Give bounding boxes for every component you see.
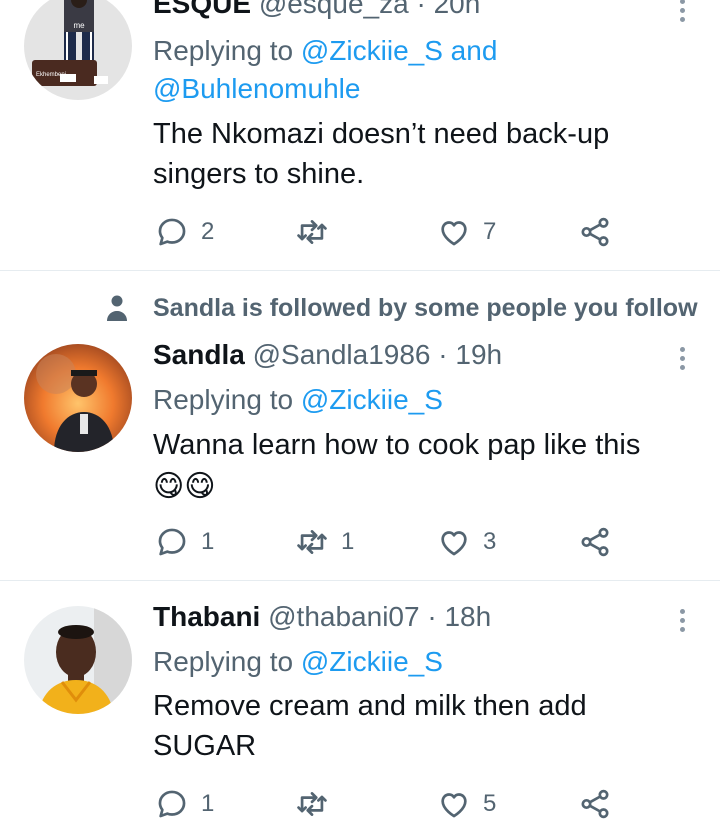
avatar-sandla[interactable] bbox=[24, 344, 132, 452]
like-button[interactable]: 7 bbox=[437, 212, 496, 252]
tweet-text: Wanna learn how to cook pap like this 😋😋 bbox=[153, 425, 690, 509]
tweet-text-line: The Nkomazi doesn’t need back-up bbox=[153, 118, 610, 150]
like-count: 3 bbox=[483, 528, 497, 555]
tweet-actions: 1 5 bbox=[153, 784, 623, 824]
tweet-content: Thabani @thabani07 · 18h Replying to @Zi… bbox=[153, 599, 690, 766]
reply-icon bbox=[158, 218, 186, 246]
replying-to-label: Replying to bbox=[153, 35, 294, 66]
timestamp[interactable]: 20h bbox=[434, 0, 481, 19]
handle[interactable]: @thabani07 bbox=[268, 601, 419, 632]
retweet-icon bbox=[297, 530, 327, 554]
share-button[interactable] bbox=[578, 212, 612, 252]
person-icon bbox=[105, 294, 129, 327]
reply-button[interactable]: 1 bbox=[155, 784, 214, 824]
share-icon bbox=[581, 217, 609, 247]
mention-and: and bbox=[450, 35, 498, 66]
tweet-header: ESQUE @esque_za · 20h bbox=[153, 0, 690, 22]
replying-to-label: Replying to bbox=[153, 646, 294, 677]
handle[interactable]: @Sandla1986 bbox=[253, 339, 431, 370]
more-icon[interactable] bbox=[674, 0, 690, 30]
mention-link[interactable]: @Zickiie_S bbox=[301, 35, 443, 66]
timestamp[interactable]: 18h bbox=[444, 601, 491, 632]
social-context-text: Sandla is followed by some people you fo… bbox=[153, 294, 698, 322]
share-button[interactable] bbox=[578, 784, 612, 824]
tweet-actions: 2 7 bbox=[153, 212, 623, 252]
tweet-actions: 1 1 3 bbox=[153, 522, 623, 562]
reply-button[interactable]: 1 bbox=[155, 522, 214, 562]
tweet-emoji: 😋😋 bbox=[153, 470, 216, 503]
separator: · bbox=[419, 601, 445, 632]
reply-icon bbox=[158, 528, 186, 556]
tweet-text-line: Remove cream and milk then add bbox=[153, 690, 587, 722]
tweet-text: Remove cream and milk then add SUGAR bbox=[153, 686, 690, 766]
retweet-icon bbox=[297, 220, 327, 244]
replying-to-label: Replying to bbox=[153, 384, 294, 415]
separator: · bbox=[430, 339, 456, 370]
more-icon[interactable] bbox=[674, 338, 690, 378]
tweet-thabani[interactable]: Thabani @thabani07 · 18h Replying to @Zi… bbox=[0, 592, 720, 837]
like-icon bbox=[441, 531, 467, 556]
like-icon bbox=[441, 793, 467, 818]
handle[interactable]: @esque_za bbox=[259, 0, 409, 19]
replying-to: Replying to @Zickiie_S bbox=[153, 643, 690, 681]
like-count: 5 bbox=[483, 790, 497, 817]
retweet-button[interactable]: 1 bbox=[295, 522, 354, 562]
display-name[interactable]: ESQUE bbox=[153, 0, 251, 19]
more-icon[interactable] bbox=[674, 600, 690, 640]
reply-count: 1 bbox=[201, 528, 215, 555]
avatar-thabani[interactable] bbox=[24, 606, 132, 714]
tweet-text-line: SUGAR bbox=[153, 730, 257, 762]
like-button[interactable]: 5 bbox=[437, 784, 496, 824]
retweet-button[interactable] bbox=[295, 784, 341, 824]
retweet-count: 1 bbox=[341, 528, 355, 555]
divider bbox=[0, 580, 720, 581]
tweet-content: Sandla @Sandla1986 · 19h Replying to @Zi… bbox=[153, 337, 690, 509]
replying-to: Replying to @Zickiie_S and @Buhlenomuhle bbox=[153, 32, 690, 108]
mention-link[interactable]: @Zickiie_S bbox=[301, 646, 443, 677]
share-button[interactable] bbox=[578, 522, 612, 562]
tweet-content: ESQUE @esque_za · 20h Replying to @Zicki… bbox=[153, 0, 690, 194]
reply-count: 1 bbox=[201, 790, 215, 817]
like-button[interactable]: 3 bbox=[437, 522, 496, 562]
reply-count: 2 bbox=[201, 218, 215, 245]
separator: · bbox=[408, 0, 434, 19]
avatar-esque[interactable]: me Ekhembeni bbox=[24, 0, 132, 100]
mention-link[interactable]: @Buhlenomuhle bbox=[153, 73, 360, 104]
share-icon bbox=[581, 527, 609, 557]
share-icon bbox=[581, 789, 609, 819]
tweet-sandla[interactable]: Sandla @Sandla1986 · 19h Replying to @Zi… bbox=[0, 330, 720, 580]
tweet-header: Sandla @Sandla1986 · 19h bbox=[153, 337, 690, 373]
avatar-label-ekhembeni: Ekhembeni bbox=[36, 72, 66, 78]
reply-button[interactable]: 2 bbox=[155, 212, 214, 252]
tweet-text: The Nkomazi doesn’t need back-up singers… bbox=[153, 114, 690, 194]
mention-link[interactable]: @Zickiie_S bbox=[301, 384, 443, 415]
retweet-button[interactable] bbox=[295, 212, 341, 252]
divider bbox=[0, 270, 720, 271]
tweet-text-line: Wanna learn how to cook pap like this bbox=[153, 429, 641, 461]
tweet-header: Thabani @thabani07 · 18h bbox=[153, 599, 690, 635]
retweet-icon bbox=[297, 792, 327, 816]
like-icon bbox=[441, 221, 467, 246]
tweet-esque[interactable]: me Ekhembeni ESQUE @esque_za · 20h Reply… bbox=[0, 0, 720, 270]
display-name[interactable]: Thabani bbox=[153, 601, 260, 632]
avatar-label-me: me bbox=[73, 21, 85, 30]
display-name[interactable]: Sandla bbox=[153, 339, 245, 370]
timestamp[interactable]: 19h bbox=[455, 339, 502, 370]
replying-to: Replying to @Zickiie_S bbox=[153, 381, 690, 419]
social-context: Sandla is followed by some people you fo… bbox=[0, 288, 720, 328]
tweet-text-line: singers to shine. bbox=[153, 158, 365, 190]
reply-icon bbox=[158, 790, 186, 818]
like-count: 7 bbox=[483, 218, 497, 245]
